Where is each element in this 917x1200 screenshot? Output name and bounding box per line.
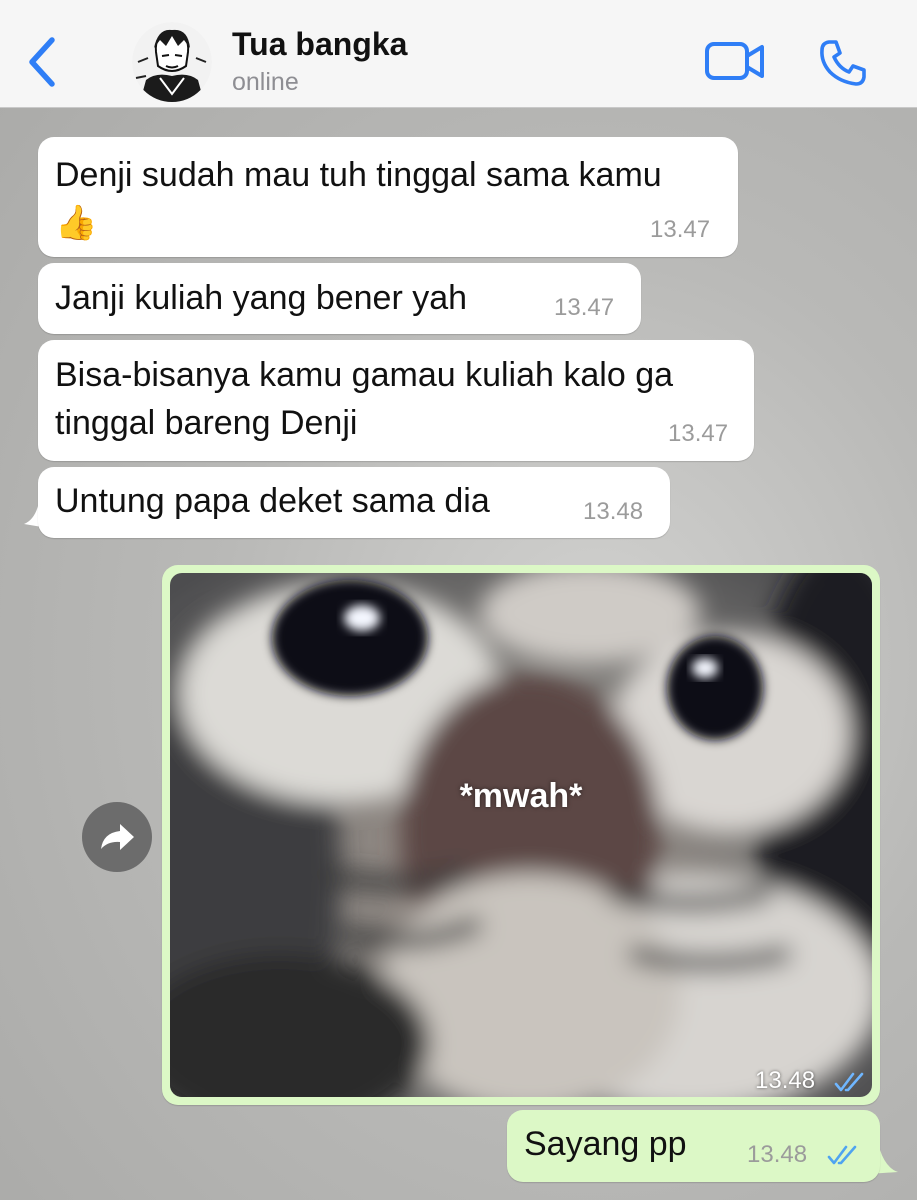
avatar-image <box>132 22 212 102</box>
forward-arrow-icon <box>101 824 134 850</box>
kitten-photo[interactable]: *mwah* 13.48 <box>170 573 872 1097</box>
video-camera-icon <box>705 42 764 80</box>
incoming-message[interactable]: Janji kuliah yang bener yah 13.47 <box>38 263 641 334</box>
message-line: Denji sudah mau tuh tinggal sama kamu <box>55 156 662 194</box>
chat-header: Tua bangka online <box>0 0 917 108</box>
incoming-message[interactable]: Bisa-bisanya kamu gamau kuliah kalo ga t… <box>38 340 754 461</box>
video-call-button[interactable] <box>704 40 768 84</box>
message-text: Denji sudah mau tuh tinggal sama kamu 👍 <box>55 151 662 247</box>
voice-call-button[interactable] <box>818 38 868 88</box>
kitten-image <box>170 573 872 1097</box>
message-line: Sayang pp <box>524 1125 687 1163</box>
thumbs-up-emoji: 👍 <box>55 204 98 242</box>
message-time: 13.47 <box>668 420 729 447</box>
back-button[interactable] <box>22 36 62 88</box>
message-line: Janji kuliah yang bener yah <box>55 279 468 317</box>
message-text: Untung papa deket sama dia <box>55 477 490 525</box>
incoming-message[interactable]: Denji sudah mau tuh tinggal sama kamu 👍 … <box>38 137 738 257</box>
message-line: Bisa-bisanya kamu gamau kuliah kalo ga <box>55 356 674 394</box>
message-time: 13.47 <box>554 294 615 321</box>
message-time: 13.47 <box>650 216 711 243</box>
avatar[interactable] <box>132 22 212 102</box>
message-line: tinggal bareng Denji <box>55 404 358 442</box>
double-check-icon <box>834 1072 864 1092</box>
contact-status: online <box>232 68 299 96</box>
double-check-icon <box>827 1145 857 1165</box>
message-text: Sayang pp <box>524 1120 687 1168</box>
outgoing-image-message[interactable]: *mwah* 13.48 <box>162 565 880 1105</box>
image-caption: *mwah* <box>459 777 583 815</box>
message-text: Janji kuliah yang bener yah <box>55 274 467 322</box>
chevron-left-icon <box>29 37 55 87</box>
forward-button[interactable] <box>82 802 152 872</box>
message-time: 13.48 <box>583 498 644 525</box>
message-time: 13.48 <box>747 1141 808 1168</box>
contact-name[interactable]: Tua bangka <box>232 26 407 63</box>
message-line: Untung papa deket sama dia <box>55 482 490 520</box>
phone-icon <box>820 40 866 86</box>
incoming-message[interactable]: Untung papa deket sama dia 13.48 <box>38 467 670 538</box>
message-time: 13.48 <box>755 1067 816 1094</box>
outgoing-message[interactable]: Sayang pp 13.48 <box>507 1110 880 1182</box>
message-text: Bisa-bisanya kamu gamau kuliah kalo ga t… <box>55 351 673 447</box>
